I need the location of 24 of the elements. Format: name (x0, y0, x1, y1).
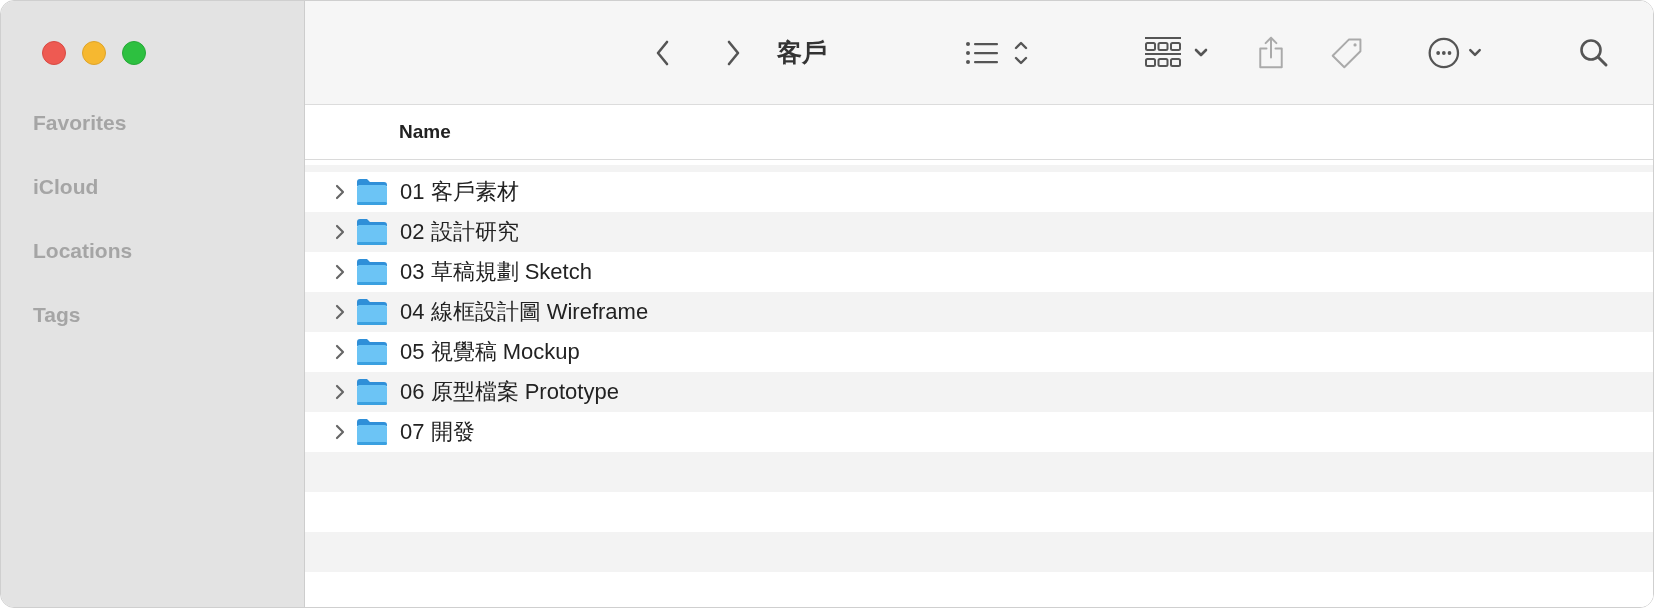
disclosure-chevron-icon[interactable] (334, 344, 346, 360)
folder-icon (356, 218, 388, 246)
folder-name[interactable]: 04 線框設計圖 Wireframe (400, 297, 649, 327)
window-title: 客戶 (777, 37, 827, 68)
folder-icon (356, 418, 388, 446)
folder-icon (356, 258, 388, 286)
folder-name[interactable]: 02 設計研究 (400, 217, 519, 247)
folder-icon (356, 178, 388, 206)
disclosure-chevron-icon[interactable] (334, 224, 346, 240)
disclosure-chevron-icon[interactable] (334, 304, 346, 320)
folder-name[interactable]: 07 開發 (400, 417, 475, 447)
close-button[interactable] (42, 41, 66, 65)
folder-icon (356, 298, 388, 326)
disclosure-chevron-icon[interactable] (334, 264, 346, 280)
folder-name[interactable]: 05 視覺稿 Mockup (400, 337, 580, 367)
folder-icon (356, 338, 388, 366)
folder-name[interactable]: 06 原型檔案 Prototype (400, 377, 619, 407)
folder-name[interactable]: 03 草稿規劃 Sketch (400, 257, 592, 287)
disclosure-chevron-icon[interactable] (334, 424, 346, 440)
column-header[interactable]: Name (399, 121, 451, 143)
disclosure-chevron-icon[interactable] (334, 184, 346, 200)
disclosure-chevron-icon[interactable] (334, 384, 346, 400)
folder-icon (356, 378, 388, 406)
folder-name[interactable]: 01 客戶素材 (400, 177, 519, 207)
